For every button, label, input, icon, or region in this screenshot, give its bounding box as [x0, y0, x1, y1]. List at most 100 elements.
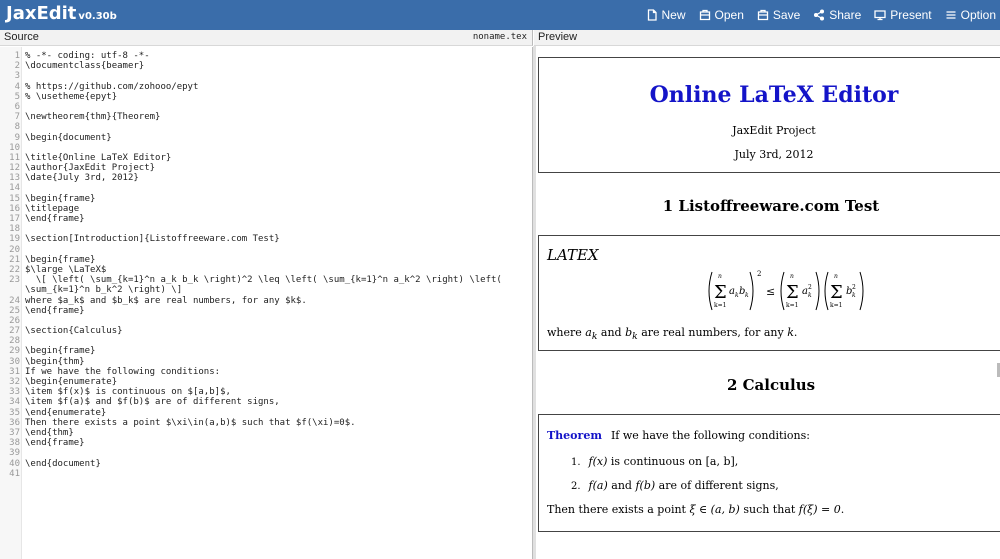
line-number: 33: [9, 387, 20, 398]
line-number: 35: [9, 407, 20, 418]
preview-header: Preview: [534, 30, 1000, 46]
code-line[interactable]: 34 \item $f(a)$ and $f(b)$ are of differe…: [0, 397, 532, 408]
code-line[interactable]: 1 % -*- coding: utf-8 -*-: [0, 51, 532, 61]
code-line[interactable]: 12 \author{JaxEdit Project}: [0, 163, 532, 174]
code-line[interactable]: 29 \begin{frame}: [0, 346, 532, 357]
code-text: \item $f(x)$ is continuous on $[a,b]$,: [25, 387, 231, 398]
line-number: 10: [9, 142, 20, 153]
option-button[interactable]: Option: [945, 8, 996, 22]
code-line[interactable]: 33 \item $f(x)$ is continuous on $[a,b]$,: [0, 387, 532, 398]
line-number: 4: [14, 81, 20, 92]
leq-sign: ≤: [766, 285, 775, 298]
present-button[interactable]: Present: [874, 8, 932, 22]
preview-pane: Online LaTeX Editor JaxEdit Project July…: [536, 47, 1000, 559]
line-number: 19: [9, 234, 20, 245]
code-text: \end{frame}: [25, 438, 85, 449]
line-number: 30: [9, 356, 20, 367]
line-number: 34: [9, 397, 20, 408]
code-line[interactable]: 40 \end{document}: [0, 459, 532, 469]
code-line[interactable]: 23 \[ \left( \sum_{k=1}^n a_k b_k \right…: [0, 275, 532, 286]
share-icon: [814, 9, 825, 21]
code-line[interactable]: 35 \end{enumerate}: [0, 407, 532, 418]
code-line[interactable]: \sum_{k=1}^n b_k^2 \right) \]: [0, 285, 532, 295]
code-line[interactable]: 24 where $a_k$ and $b_k$ are real numbers…: [0, 295, 532, 306]
line-number: 14: [9, 183, 20, 194]
source-editor[interactable]: 1 % -*- coding: utf-8 -*- 2 \documentclass{…: [0, 47, 533, 559]
code-text: \begin{document}: [25, 132, 112, 143]
code-text: \begin{frame}: [25, 346, 96, 357]
sum-symbol-3: Σ: [830, 282, 843, 303]
code-line[interactable]: 37 \end{thm}: [0, 427, 532, 438]
code-line[interactable]: 41: [0, 468, 532, 479]
code-line[interactable]: 15 \begin{frame}: [0, 194, 532, 204]
code-line[interactable]: 27 \section{Calculus}: [0, 326, 532, 337]
code-line[interactable]: 11 \title{Online LaTeX Editor}: [0, 152, 532, 163]
code-line[interactable]: 18: [0, 224, 532, 234]
term-a2-sup: 2: [808, 284, 812, 291]
line-number: 22: [9, 264, 20, 275]
code-text: \end{frame}: [25, 305, 85, 316]
line-number: 8: [14, 122, 20, 133]
code-line[interactable]: 3: [0, 71, 532, 81]
code-line[interactable]: 17 \end{frame}: [0, 214, 532, 224]
line-number: 23: [9, 275, 20, 286]
code-line[interactable]: 16 \titlepage: [0, 204, 532, 214]
top-bar: JaxEdit v0.30b New Open Save Share Presen…: [0, 0, 1000, 30]
main-menu: New Open Save Share Present Option: [646, 0, 996, 30]
code-line[interactable]: 13 \date{July 3rd, 2012}: [0, 173, 532, 184]
line-number: 7: [14, 112, 20, 123]
code-line[interactable]: 6: [0, 102, 532, 112]
line-number: 37: [9, 427, 20, 438]
code-line[interactable]: 36 Then there exists a point $\xi\in(a,b)…: [0, 418, 532, 428]
code-line[interactable]: 30 \begin{thm}: [0, 356, 532, 367]
code-text: \title{Online LaTeX Editor}: [25, 152, 172, 163]
code-line[interactable]: 32 \begin{enumerate}: [0, 377, 532, 387]
code-line[interactable]: 7 \newtheorem{thm}{Theorem}: [0, 112, 532, 123]
code-line[interactable]: 31 If we have the following conditions:: [0, 366, 532, 377]
code-line[interactable]: 38 \end{frame}: [0, 438, 532, 449]
line-number: 41: [9, 468, 20, 479]
code-area[interactable]: 1 % -*- coding: utf-8 -*- 2 \documentclass{…: [0, 51, 532, 479]
code-line[interactable]: 10: [0, 142, 532, 153]
doc-date: July 3rd, 2012: [734, 148, 814, 161]
code-line[interactable]: 5 % \usetheme{epyt}: [0, 92, 532, 102]
code-text: \author{JaxEdit Project}: [25, 163, 156, 174]
code-line[interactable]: 14: [0, 183, 532, 194]
code-line[interactable]: 9 \begin{document}: [0, 132, 532, 143]
code-line[interactable]: 4 % https://github.com/zohooo/epyt: [0, 81, 532, 92]
line-number: 2: [14, 61, 20, 72]
line-number: 38: [9, 438, 20, 449]
code-text: \section[Introduction]{Listoffreeware.co…: [25, 234, 280, 245]
code-line[interactable]: 20: [0, 245, 532, 255]
code-line[interactable]: 19 \section[Introduction]{Listoffreeware.…: [0, 234, 532, 245]
new-button[interactable]: New: [646, 8, 686, 22]
code-text: If we have the following conditions:: [25, 366, 221, 377]
code-line[interactable]: 21 \begin{frame}: [0, 255, 532, 265]
open-button[interactable]: Open: [699, 8, 744, 22]
line-number: 29: [9, 346, 20, 357]
section-heading-1: 1 Listoffreeware.com Test: [662, 197, 880, 215]
code-line[interactable]: 25 \end{frame}: [0, 305, 532, 316]
code-text: \[ \left( \sum_{k=1}^n a_k b_k \right)^2…: [25, 275, 502, 286]
theorem-frame: Theorem If we have the following conditio…: [538, 414, 1000, 532]
code-line[interactable]: 22 $\large \LaTeX$: [0, 264, 532, 275]
code-line[interactable]: 8: [0, 122, 532, 133]
app-logo[interactable]: JaxEdit v0.30b: [6, 3, 117, 24]
code-line[interactable]: 39: [0, 448, 532, 458]
code-line[interactable]: 2 \documentclass{beamer}: [0, 61, 532, 72]
save-button[interactable]: Save: [757, 8, 800, 22]
line-number: 27: [9, 326, 20, 337]
share-button[interactable]: Share: [813, 8, 861, 22]
latex-frame: LATEX n Σ k=1 a k b k 2 ≤ n Σ k=1 a 2 k …: [538, 235, 1000, 351]
open-icon: [699, 9, 710, 21]
left-paren: [708, 271, 713, 311]
code-text: \end{frame}: [25, 214, 85, 224]
code-line[interactable]: 28: [0, 336, 532, 346]
line-number: 13: [9, 173, 20, 184]
code-line[interactable]: 26: [0, 316, 532, 326]
code-text: \newtheorem{thm}{Theorem}: [25, 112, 161, 123]
line-number: 24: [9, 295, 20, 306]
source-header: Source noname.tex: [0, 30, 533, 46]
app-version: v0.30b: [78, 11, 117, 22]
enum-item-2: 2. f(a) and f(b) are of different signs,: [571, 479, 779, 492]
